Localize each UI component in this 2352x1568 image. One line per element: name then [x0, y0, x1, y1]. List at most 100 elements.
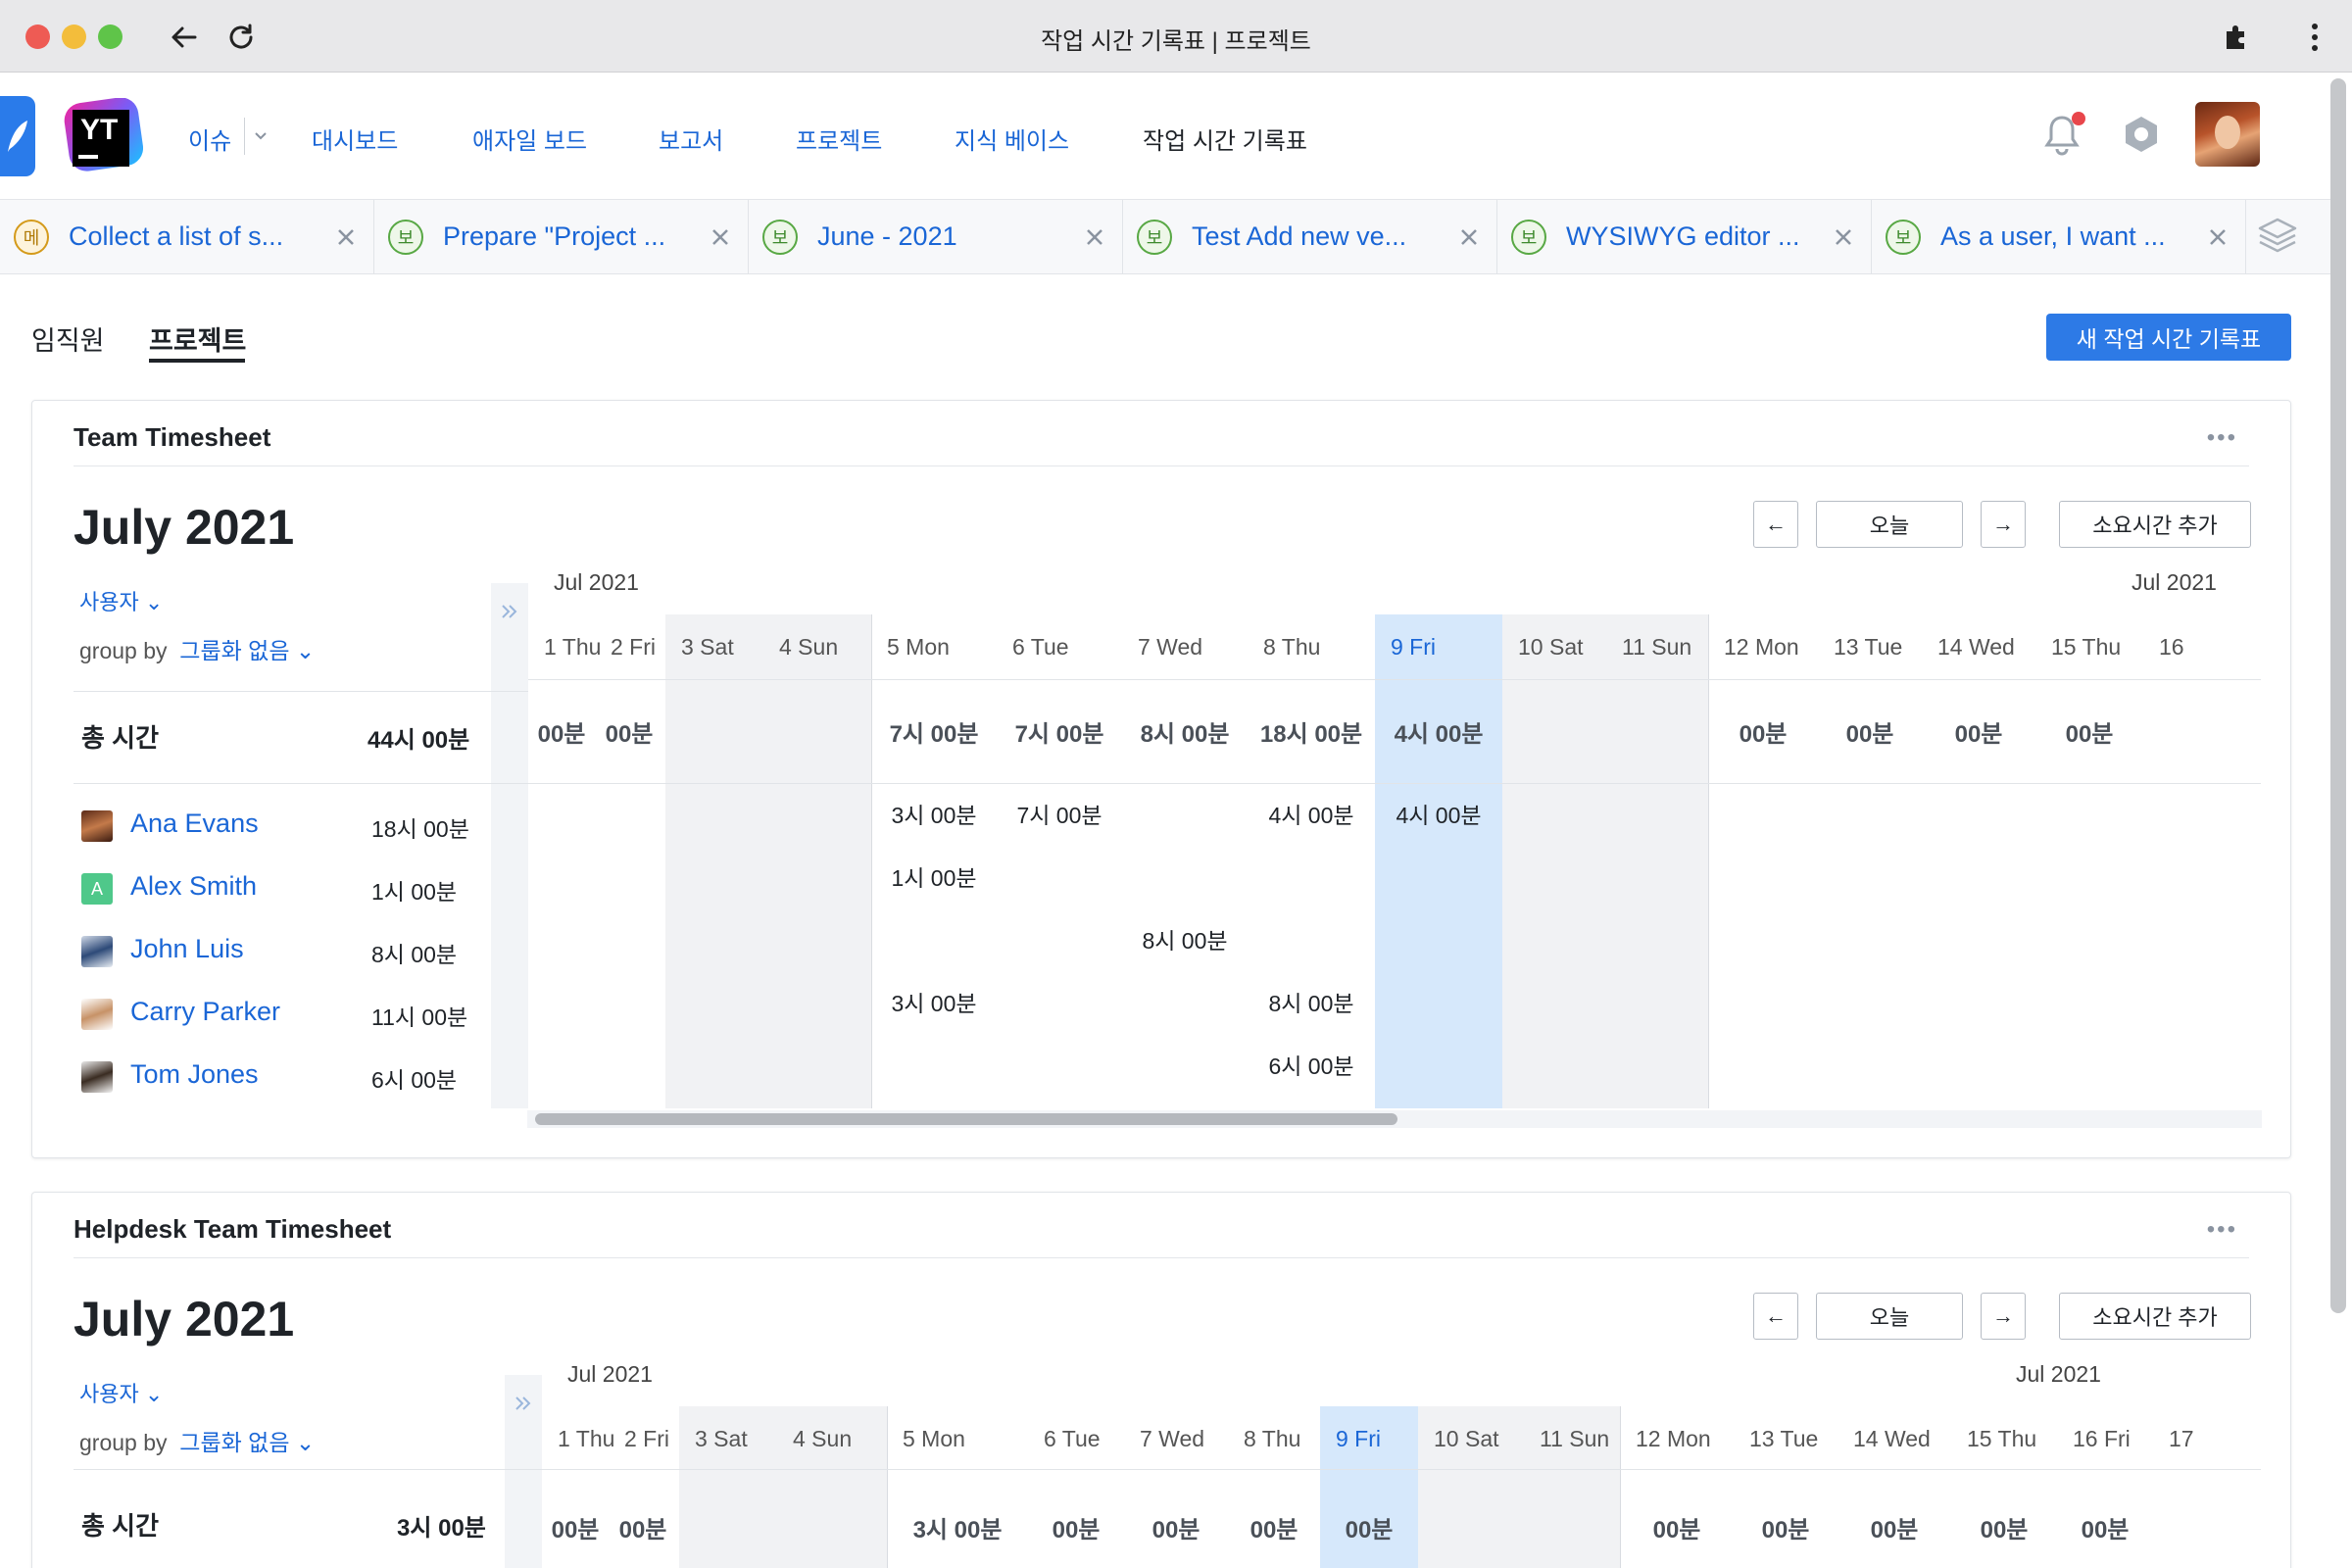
day-header[interactable]: 7 Wed	[1138, 634, 1202, 661]
issue-tab[interactable]: 보 Test Add new ve...	[1123, 200, 1497, 274]
day-header[interactable]: 5 Mon	[903, 1426, 965, 1452]
nav-projects[interactable]: 프로젝트	[796, 122, 882, 156]
day-header[interactable]: 5 Mon	[887, 634, 950, 661]
double-chevron-right-icon[interactable]	[513, 1393, 534, 1414]
time-cell[interactable]: 4시 00분	[1248, 797, 1375, 830]
user-name-link[interactable]: John Luis	[130, 934, 244, 964]
day-header[interactable]: 14 Wed	[1853, 1426, 1931, 1452]
total-cell: 4시 00분	[1394, 721, 1484, 748]
nav-reports[interactable]: 보고서	[659, 122, 723, 156]
nav-knowledge-base[interactable]: 지식 베이스	[955, 122, 1069, 156]
time-cell[interactable]: 3시 00분	[871, 985, 997, 1018]
more-horizontal-icon[interactable]: •••	[2207, 424, 2237, 452]
double-chevron-right-icon[interactable]	[499, 601, 520, 622]
day-header[interactable]: 1 Thu	[558, 1426, 614, 1452]
day-header[interactable]: 15 Thu	[1967, 1426, 2036, 1452]
extensions-puzzle-icon[interactable]	[2215, 16, 2258, 59]
time-cell[interactable]: 4시 00분	[1375, 797, 1502, 830]
user-name-link[interactable]: Ana Evans	[130, 808, 259, 839]
day-header[interactable]: 4 Sun	[793, 1426, 852, 1452]
group-by-dropdown[interactable]: 그룹화 없음	[179, 1430, 289, 1455]
prev-arrow-button[interactable]: ←	[1753, 501, 1798, 548]
time-cell[interactable]: 6시 00분	[1248, 1048, 1375, 1081]
issue-tab[interactable]: 보 Prepare "Project ...	[374, 200, 749, 274]
issue-tab[interactable]: 보 WYSIWYG editor ...	[1497, 200, 1872, 274]
day-header[interactable]: 11 Sun	[1540, 1426, 1609, 1452]
more-horizontal-icon[interactable]: •••	[2207, 1216, 2237, 1244]
layers-icon[interactable]	[2256, 214, 2299, 262]
close-icon[interactable]	[1457, 225, 1481, 249]
today-button[interactable]: 오늘	[1816, 501, 1963, 548]
add-time-button[interactable]: 소요시간 추가	[2059, 1293, 2251, 1340]
day-header[interactable]: 14 Wed	[1937, 634, 2015, 661]
day-header[interactable]: 7 Wed	[1140, 1426, 1204, 1452]
day-header[interactable]: 4 Sun	[779, 634, 838, 661]
issue-tab[interactable]: 메 Collect a list of s...	[0, 200, 374, 274]
day-header[interactable]: 9 Fri	[1336, 1426, 1381, 1452]
settings-hexagon-icon[interactable]	[2121, 114, 2162, 160]
day-header[interactable]: 11 Sun	[1622, 634, 1691, 661]
subtab-employees[interactable]: 임직원	[31, 319, 105, 358]
day-header[interactable]: 13 Tue	[1834, 634, 1902, 661]
close-icon[interactable]	[1083, 225, 1106, 249]
more-vertical-icon[interactable]	[2293, 16, 2336, 59]
collapse-panel-toggle[interactable]	[491, 583, 528, 1108]
prev-arrow-button[interactable]: ←	[1753, 1293, 1798, 1340]
nav-agile-boards[interactable]: 애자일 보드	[472, 122, 587, 156]
day-header[interactable]: 3 Sat	[695, 1426, 748, 1452]
time-cell[interactable]: 8시 00분	[1248, 985, 1375, 1018]
feather-icon[interactable]	[0, 96, 35, 176]
day-header[interactable]: 15 Thu	[2051, 634, 2121, 661]
day-header[interactable]: 12 Mon	[1636, 1426, 1711, 1452]
next-arrow-button[interactable]: →	[1981, 501, 2026, 548]
day-header[interactable]: 6 Tue	[1044, 1426, 1101, 1452]
day-header[interactable]: 2 Fri	[611, 634, 656, 661]
collapse-panel-toggle[interactable]	[505, 1375, 542, 1568]
day-header[interactable]: 1 Thu	[544, 634, 601, 661]
user-name-link[interactable]: Alex Smith	[130, 871, 257, 902]
new-timesheet-button[interactable]: 새 작업 시간 기록표	[2046, 314, 2291, 361]
page-vertical-scrollbar[interactable]	[2330, 78, 2346, 1313]
today-button[interactable]: 오늘	[1816, 1293, 1963, 1340]
day-header[interactable]: 2 Fri	[624, 1426, 669, 1452]
add-time-button[interactable]: 소요시간 추가	[2059, 501, 2251, 548]
user-name-link[interactable]: Tom Jones	[130, 1059, 259, 1090]
nav-dashboards[interactable]: 대시보드	[312, 122, 398, 156]
day-header[interactable]: 10 Sat	[1434, 1426, 1499, 1452]
close-icon[interactable]	[709, 225, 732, 249]
time-cell[interactable]: 8시 00분	[1122, 922, 1248, 956]
nav-timesheets[interactable]: 작업 시간 기록표	[1143, 122, 1307, 156]
nav-issues[interactable]: 이슈	[188, 122, 231, 156]
youtrack-logo[interactable]: YT	[61, 97, 144, 176]
day-header[interactable]: 16	[2159, 634, 2184, 661]
user-filter-dropdown[interactable]: 사용자 ⌄	[79, 585, 163, 616]
user-name-link[interactable]: Carry Parker	[130, 997, 280, 1027]
day-header[interactable]: 12 Mon	[1724, 634, 1799, 661]
scrollbar-thumb[interactable]	[535, 1113, 1397, 1125]
user-filter-dropdown[interactable]: 사용자 ⌄	[79, 1377, 163, 1408]
close-icon[interactable]	[1832, 225, 1855, 249]
close-icon[interactable]	[2206, 225, 2230, 249]
day-header[interactable]: 3 Sat	[681, 634, 734, 661]
day-header[interactable]: 8 Thu	[1263, 634, 1320, 661]
window-title: 작업 시간 기록표 | 프로젝트	[1041, 28, 1311, 55]
day-header[interactable]: 6 Tue	[1012, 634, 1069, 661]
group-by-dropdown[interactable]: 그룹화 없음	[179, 638, 289, 663]
close-icon[interactable]	[334, 225, 358, 249]
user-avatar[interactable]	[2195, 102, 2260, 167]
day-header[interactable]: 8 Thu	[1244, 1426, 1300, 1452]
time-cell[interactable]: 7시 00분	[997, 797, 1122, 830]
chevron-down-icon[interactable]	[253, 127, 269, 148]
day-header[interactable]: 10 Sat	[1518, 634, 1584, 661]
day-header[interactable]: 16 Fri	[2073, 1426, 2131, 1452]
issue-tab[interactable]: 보 June - 2021	[749, 200, 1123, 274]
next-arrow-button[interactable]: →	[1981, 1293, 2026, 1340]
horizontal-scrollbar[interactable]	[527, 1110, 2262, 1128]
time-cell[interactable]: 3시 00분	[871, 797, 997, 830]
issue-tab[interactable]: 보 As a user, I want ...	[1872, 200, 2246, 274]
subtab-projects[interactable]: 프로젝트	[149, 319, 246, 358]
day-header[interactable]: 9 Fri	[1391, 634, 1436, 661]
day-header[interactable]: 13 Tue	[1749, 1426, 1818, 1452]
time-cell[interactable]: 1시 00분	[871, 859, 997, 893]
day-header[interactable]: 17	[2169, 1426, 2194, 1452]
